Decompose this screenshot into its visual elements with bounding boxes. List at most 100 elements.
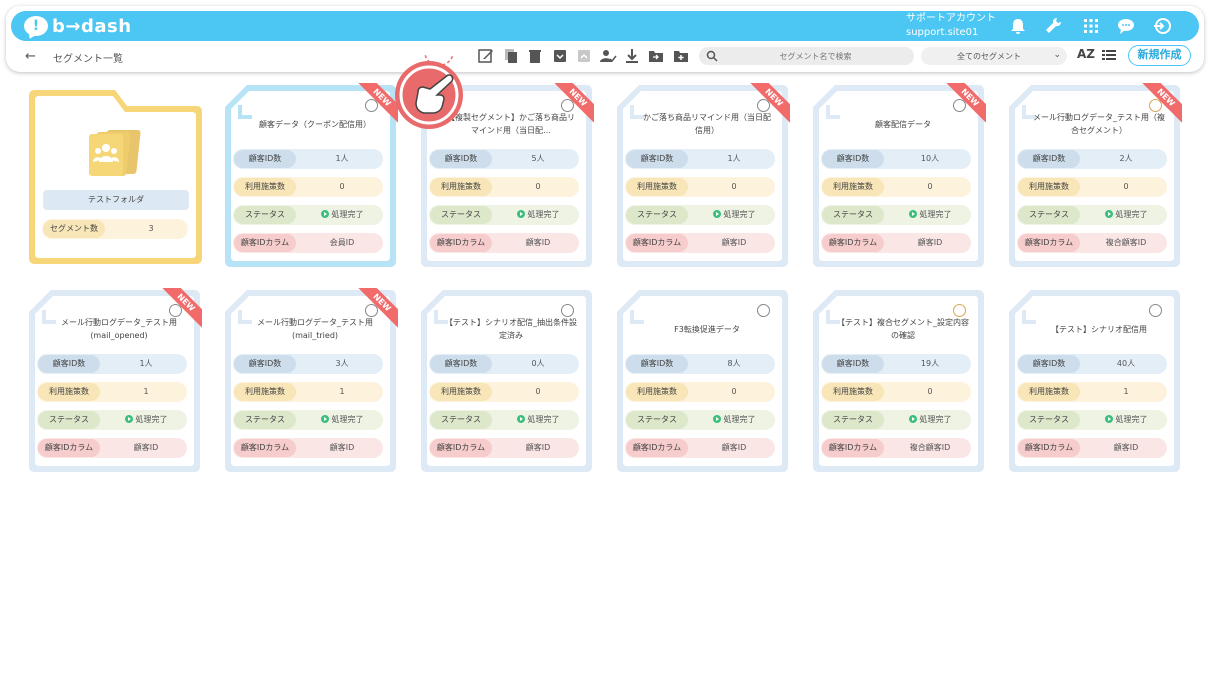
logout-icon[interactable] (1152, 16, 1172, 36)
segment-filter-select[interactable]: 全てのセグメント ⌄ (921, 47, 1067, 65)
customer-id-column-row-label: 顧客IDカラム (234, 234, 296, 252)
customer-id-count-row-value: 1人 (139, 359, 153, 368)
customer-id-count-row-label: 顧客ID数 (38, 355, 100, 373)
folder-card[interactable]: テストフォルダ セグメント数 3 (27, 88, 204, 266)
usage-count-row: 利用施策数 0 (429, 382, 579, 402)
play-status-icon (712, 210, 721, 218)
status-row: ステータス 処理完了 (821, 205, 971, 225)
customer-id-count-row-label: 顧客ID数 (822, 355, 884, 373)
create-new-button[interactable]: 新規作成 (1128, 45, 1191, 66)
logo-text: b→dash (52, 15, 132, 37)
customer-id-count-row-value: 2人 (1119, 154, 1133, 163)
segment-count-label: セグメント数 (43, 220, 105, 238)
segment-title: 【テスト】シナリオ配信用 (1051, 324, 1147, 334)
folder-name: テストフォルダ (43, 190, 189, 210)
status-row: ステータス 処理完了 (233, 205, 383, 225)
user-check-icon[interactable] (599, 47, 617, 65)
customer-id-column-row-label: 顧客IDカラム (626, 234, 688, 252)
copy-icon[interactable] (502, 47, 520, 65)
download-icon[interactable] (623, 47, 641, 65)
customer-id-count-row-label: 顧客ID数 (626, 355, 688, 373)
customer-id-column-row: 顧客IDカラム 複合顧客ID (821, 438, 971, 458)
archive-icon[interactable] (551, 47, 569, 65)
status-row-value: 処理完了 (303, 205, 381, 225)
customer-id-count-row-label: 顧客ID数 (234, 150, 296, 168)
account-info[interactable]: サポートアカウント support.site01 (906, 12, 996, 40)
segment-card[interactable]: 【テスト】シナリオ配信用 顧客ID数 40人 利用施策数 1 ステータス 処理完了 顧客IDカ… (1007, 288, 1182, 474)
status-text: 処理完了 (331, 210, 364, 219)
segment-card[interactable]: F3転換促進データ 顧客ID数 8人 利用施策数 0 ステータス 処理完了 顧客IDカラム 顧客… (615, 288, 790, 474)
list-view-icon[interactable] (1102, 49, 1116, 61)
usage-count-row-value: 0 (535, 182, 541, 191)
customer-id-column-row: 顧客IDカラム 顧客ID (821, 233, 971, 253)
bell-icon[interactable] (1008, 16, 1028, 36)
customer-id-count-row-value: 19人 (920, 359, 940, 368)
unarchive-icon[interactable] (575, 47, 593, 65)
status-row-value: 処理完了 (891, 205, 969, 225)
status-row-label: ステータス (822, 206, 884, 224)
chat-icon[interactable] (1116, 16, 1136, 36)
trash-icon[interactable] (526, 47, 544, 65)
status-row-label: ステータス (1018, 206, 1080, 224)
customer-id-count-row-value: 40人 (1116, 359, 1136, 368)
sort-az-icon[interactable]: AZ (1077, 47, 1095, 61)
segment-user-icon (561, 304, 574, 317)
customer-id-count-row: 顧客ID数 2人 (1017, 149, 1167, 169)
customer-id-column-row-value: 会員ID (329, 238, 355, 247)
customer-id-count-row-label: 顧客ID数 (234, 355, 296, 373)
customer-id-column-row: 顧客IDカラム 顧客ID (625, 438, 775, 458)
play-status-icon (320, 415, 329, 423)
customer-id-count-row-label: 顧客ID数 (430, 150, 492, 168)
usage-count-row: 利用施策数 0 (821, 382, 971, 402)
search-input[interactable] (723, 47, 908, 65)
segment-count-value: 3 (148, 224, 154, 233)
customer-id-count-row-value: 10人 (920, 154, 940, 163)
customer-id-column-row-label: 顧客IDカラム (822, 234, 884, 252)
usage-count-row: 利用施策数 1 (1017, 382, 1167, 402)
segment-card[interactable]: 【テスト】複合セグメント_設定内容の確認 顧客ID数 19人 利用施策数 0 ステータス 処… (811, 288, 986, 474)
logo[interactable]: ! b→dash (24, 14, 132, 38)
segment-title: 【テスト】複合セグメント_設定内容の確認 (837, 318, 969, 340)
customer-id-count-row-value: 5人 (531, 154, 545, 163)
folder-add-icon[interactable] (672, 47, 690, 65)
customer-id-column-row: 顧客IDカラム 顧客ID (37, 438, 187, 458)
usage-count-row-value: 0 (927, 387, 933, 396)
usage-count-row-value: 0 (339, 182, 345, 191)
grid-icon[interactable] (1081, 16, 1101, 36)
customer-id-column-row-label: 顧客IDカラム (38, 439, 100, 457)
segment-card[interactable]: 【テスト】シナリオ配信_抽出条件設定済み 顧客ID数 0人 利用施策数 0 ステータス 処理… (419, 288, 594, 474)
segment-card[interactable]: 顧客配信データ NEW 顧客ID数 10人 利用施策数 0 ステータス 処理完了 顧客IDカラム… (811, 83, 986, 269)
status-row-value: 処理完了 (107, 410, 185, 430)
segment-card[interactable]: メール行動ログデータ_テスト用(mail_tried) NEW 顧客ID数 3人 利用施… (223, 288, 398, 474)
search-box[interactable] (699, 47, 914, 65)
edit-icon[interactable] (477, 47, 495, 65)
customer-id-column-row: 顧客IDカラム 会員ID (233, 233, 383, 253)
customer-id-count-row-value: 1人 (727, 154, 741, 163)
folder-move-icon[interactable] (647, 47, 665, 65)
customer-id-column-row-value: 顧客ID (721, 238, 747, 247)
segment-card[interactable]: 顧客データ（クーポン配信用） NEW 顧客ID数 1人 利用施策数 0 ステータス 処理完了顧… (223, 83, 398, 269)
customer-id-column-row-value: 顧客ID (525, 443, 551, 452)
customer-id-column-row: 顧客IDカラム 顧客ID (429, 233, 579, 253)
play-status-icon (1104, 210, 1113, 218)
new-badge-label: NEW (162, 288, 202, 328)
segment-card[interactable]: メール行動ログデータ_テスト用（複合セグメント） NEW 顧客ID数 2人 利用施策数 0… (1007, 83, 1182, 269)
chevron-down-icon: ⌄ (1053, 50, 1061, 60)
status-row-value: 処理完了 (303, 410, 381, 430)
status-row-label: ステータス (626, 411, 688, 429)
wrench-icon[interactable] (1043, 16, 1063, 36)
usage-count-row-value: 0 (927, 182, 933, 191)
status-row: ステータス 処理完了 (1017, 205, 1167, 225)
back-button[interactable]: ← (25, 49, 36, 64)
customer-id-count-row: 顧客ID数 40人 (1017, 354, 1167, 374)
account-name: サポートアカウント (906, 13, 996, 24)
customer-id-count-row: 顧客ID数 0人 (429, 354, 579, 374)
customer-id-column-row-value: 顧客ID (133, 443, 159, 452)
customer-id-column-row-label: 顧客IDカラム (1018, 234, 1080, 252)
customer-id-count-row-value: 0人 (531, 359, 545, 368)
usage-count-row: 利用施策数 0 (429, 177, 579, 197)
segment-card[interactable]: かご落ち商品リマインド用（当日配信用） NEW 顧客ID数 1人 利用施策数 0 ステータス… (615, 83, 790, 269)
new-badge-label: NEW (554, 83, 594, 123)
segment-card[interactable]: メール行動ログデータ_テスト用(mail_opened) NEW 顧客ID数 1人 利用… (27, 288, 202, 474)
customer-id-column-row-value: 複合顧客ID (1105, 238, 1147, 247)
